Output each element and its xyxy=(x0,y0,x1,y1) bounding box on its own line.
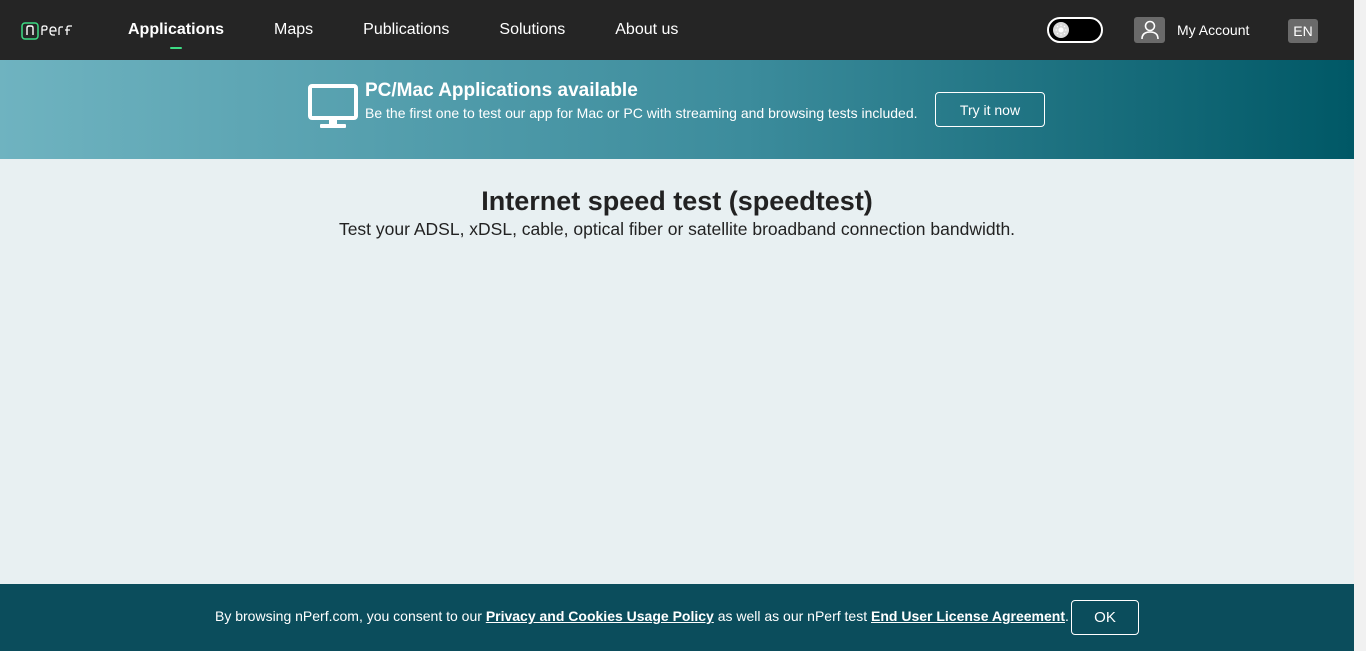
cookie-consent-bar: By browsing nPerf.com, you consent to ou… xyxy=(0,584,1354,651)
nav-item-solutions[interactable]: Solutions xyxy=(481,0,583,60)
page: Applications Maps Publications Solutions… xyxy=(0,0,1366,651)
nav-item-publications[interactable]: Publications xyxy=(345,0,467,60)
top-navigation-bar: Applications Maps Publications Solutions… xyxy=(0,0,1354,60)
cookie-text-part-3: . xyxy=(1065,608,1069,624)
eula-link[interactable]: End User License Agreement xyxy=(871,608,1065,624)
sun-icon xyxy=(1053,22,1069,38)
cookie-consent-text: By browsing nPerf.com, you consent to ou… xyxy=(215,608,1069,624)
desktop-app-banner: PC/Mac Applications available Be the fir… xyxy=(0,60,1354,159)
page-subtitle: Test your ADSL, xDSL, cable, optical fib… xyxy=(338,219,1016,239)
monitor-icon xyxy=(308,84,358,128)
my-account-button[interactable]: My Account xyxy=(1134,17,1249,43)
user-icon xyxy=(1134,17,1165,43)
cookie-ok-button[interactable]: OK xyxy=(1071,600,1139,635)
cookie-text-part-2: as well as our nPerf test xyxy=(713,608,871,624)
cookie-text-part-1: By browsing nPerf.com, you consent to ou… xyxy=(215,608,486,624)
theme-toggle[interactable] xyxy=(1047,17,1103,43)
banner-title: PC/Mac Applications available xyxy=(365,80,638,101)
my-account-label: My Account xyxy=(1177,22,1250,38)
banner-subtitle: Be the first one to test our app for Mac… xyxy=(365,105,918,121)
try-it-now-button[interactable]: Try it now xyxy=(935,92,1045,127)
privacy-policy-link[interactable]: Privacy and Cookies Usage Policy xyxy=(486,608,714,624)
nperf-logo-icon[interactable] xyxy=(20,19,80,43)
page-scrollbar[interactable] xyxy=(1354,0,1366,651)
nav-item-about-us[interactable]: About us xyxy=(597,0,696,60)
page-title: Internet speed test (speedtest) xyxy=(481,186,873,216)
nav-item-maps[interactable]: Maps xyxy=(256,0,331,60)
language-selector[interactable]: EN xyxy=(1288,19,1318,43)
main-nav: Applications Maps Publications Solutions… xyxy=(110,0,696,60)
nav-item-applications[interactable]: Applications xyxy=(110,0,242,60)
